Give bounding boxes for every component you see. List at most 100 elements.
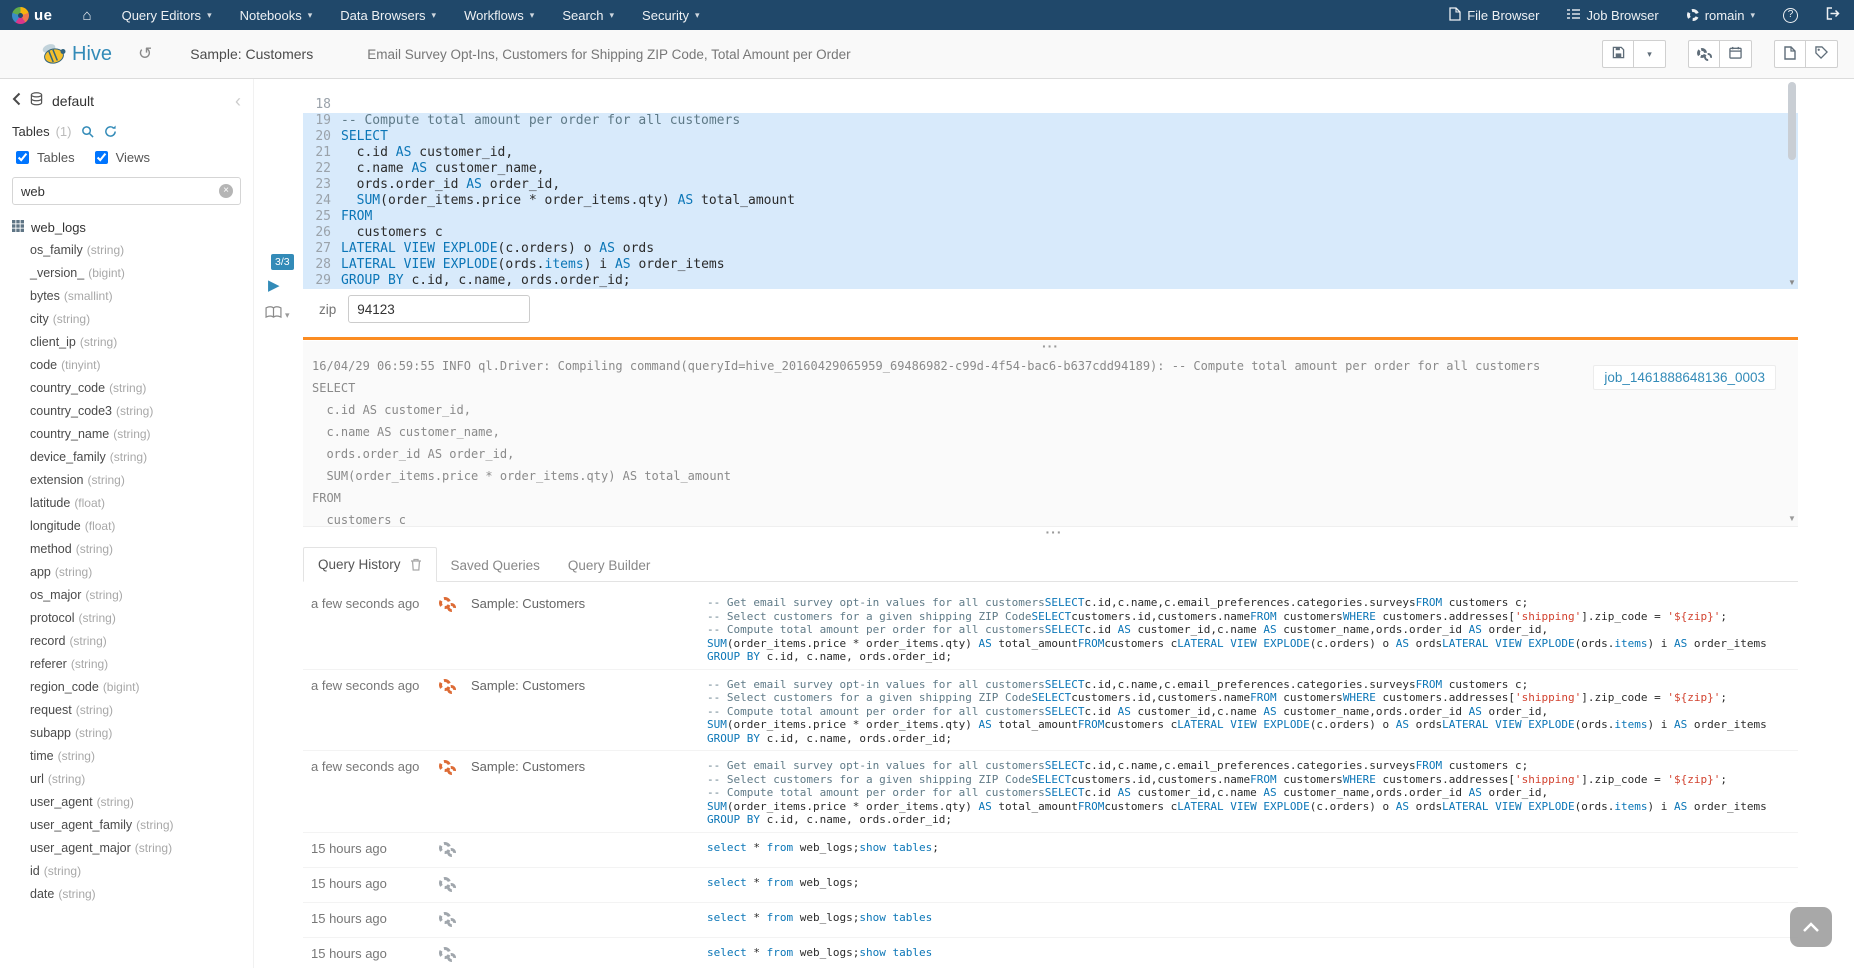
save-dropdown-button[interactable]: ▾	[1634, 40, 1666, 68]
schedule-button[interactable]	[1720, 40, 1752, 68]
column-item[interactable]: bytes(smallint)	[0, 285, 253, 308]
editor-line[interactable]: 27LATERAL VIEW EXPLODE(c.orders) o AS or…	[303, 241, 1798, 257]
scroll-down-icon[interactable]: ▼	[1786, 278, 1798, 287]
job-browser-button[interactable]: Job Browser	[1553, 0, 1672, 30]
back-icon[interactable]	[12, 92, 21, 109]
column-item[interactable]: country_code(string)	[0, 377, 253, 400]
column-item[interactable]: user_agent_major(string)	[0, 837, 253, 860]
column-item[interactable]: city(string)	[0, 308, 253, 331]
column-item[interactable]: country_code3(string)	[0, 400, 253, 423]
refresh-icon[interactable]	[104, 125, 117, 138]
history-query-name	[471, 874, 707, 876]
nav-menu-data-browsers[interactable]: Data Browsers▾	[326, 0, 450, 30]
log-scrollbar[interactable]: ▼	[1786, 341, 1798, 526]
column-item[interactable]: longitude(float)	[0, 515, 253, 538]
column-item[interactable]: method(string)	[0, 538, 253, 561]
filter-tables[interactable]: Tables	[12, 148, 75, 167]
history-row[interactable]: 15 hours agoselect * from web_logs;show …	[303, 832, 1798, 867]
column-item[interactable]: user_agent_family(string)	[0, 814, 253, 837]
editor-line[interactable]: 25FROM	[303, 209, 1798, 225]
scroll-down-icon[interactable]: ▼	[1786, 514, 1798, 523]
nav-menu-security[interactable]: Security▾	[628, 0, 714, 30]
collapse-panel-icon[interactable]: ‹	[235, 94, 241, 108]
editor-line[interactable]: 24 SUM(order_items.price * order_items.q…	[303, 193, 1798, 209]
history-row[interactable]: a few seconds agoSample: Customers-- Get…	[303, 669, 1798, 751]
column-item[interactable]: request(string)	[0, 699, 253, 722]
sql-editor[interactable]: 1819-- Compute total amount per order fo…	[303, 79, 1798, 289]
tab-query-builder[interactable]: Query Builder	[554, 549, 665, 582]
logout-button[interactable]	[1812, 0, 1854, 30]
column-item[interactable]: time(string)	[0, 745, 253, 768]
nav-menu-workflows[interactable]: Workflows▾	[450, 0, 548, 30]
clear-history-icon[interactable]	[410, 558, 422, 571]
tab-saved-queries[interactable]: Saved Queries	[437, 549, 554, 582]
nav-menu-query-editors[interactable]: Query Editors▾	[108, 0, 226, 30]
query-history-icon[interactable]: ↺	[138, 44, 152, 64]
editor-scrollbar[interactable]: ▼	[1786, 79, 1798, 289]
editor-line[interactable]: 26 customers c	[303, 225, 1798, 241]
column-item[interactable]: code(tinyint)	[0, 354, 253, 377]
hue-logo[interactable]: ue	[0, 7, 67, 24]
tables-checkbox[interactable]	[16, 151, 29, 164]
editor-line[interactable]: 29GROUP BY c.id, c.name, ords.order_id;	[303, 273, 1798, 289]
job-link[interactable]: job_1461888648136_0003	[1593, 365, 1776, 390]
list-icon	[1567, 8, 1580, 23]
editor-line[interactable]: 18	[303, 97, 1798, 113]
help-button[interactable]: ?	[1769, 0, 1812, 30]
column-item[interactable]: url(string)	[0, 768, 253, 791]
search-icon[interactable]	[81, 125, 94, 138]
history-row[interactable]: a few seconds agoSample: Customers-- Get…	[303, 588, 1798, 669]
column-item[interactable]: date(string)	[0, 883, 253, 906]
nav-menu-search[interactable]: Search▾	[548, 0, 628, 30]
column-item[interactable]: client_ip(string)	[0, 331, 253, 354]
history-list: a few seconds agoSample: Customers-- Get…	[303, 582, 1798, 968]
column-item[interactable]: subapp(string)	[0, 722, 253, 745]
execute-button[interactable]: ▶	[268, 276, 280, 294]
editor-line[interactable]: 21 c.id AS customer_id,	[303, 145, 1798, 161]
column-item[interactable]: user_agent(string)	[0, 791, 253, 814]
history-row[interactable]: 15 hours agoselect * from web_logs;	[303, 867, 1798, 902]
history-row[interactable]: a few seconds agoSample: Customers-- Get…	[303, 750, 1798, 832]
variable-input[interactable]	[348, 295, 530, 323]
column-item[interactable]: _version_(bigint)	[0, 262, 253, 285]
views-checkbox[interactable]	[95, 151, 108, 164]
database-name[interactable]: default	[52, 93, 94, 109]
home-button[interactable]: ⌂	[67, 0, 108, 30]
column-item[interactable]: record(string)	[0, 630, 253, 653]
column-item[interactable]: protocol(string)	[0, 607, 253, 630]
column-item[interactable]: region_code(bigint)	[0, 676, 253, 699]
file-browser-button[interactable]: File Browser	[1435, 0, 1553, 30]
save-button[interactable]	[1602, 40, 1634, 68]
clear-search-icon[interactable]: ×	[219, 184, 233, 198]
column-item[interactable]: latitude(float)	[0, 492, 253, 515]
column-item[interactable]: referer(string)	[0, 653, 253, 676]
editor-line[interactable]: 23 ords.order_id AS order_id,	[303, 177, 1798, 193]
new-query-button[interactable]	[1774, 40, 1806, 68]
column-item[interactable]: id(string)	[0, 860, 253, 883]
user-menu[interactable]: romain ▾	[1673, 0, 1769, 30]
editor-line[interactable]: 28LATERAL VIEW EXPLODE(ords.items) i AS …	[303, 257, 1798, 273]
editor-line[interactable]: 22 c.name AS customer_name,	[303, 161, 1798, 177]
column-item[interactable]: country_name(string)	[0, 423, 253, 446]
resize-handle[interactable]: ···	[1042, 342, 1059, 351]
editor-line[interactable]: 20SELECT	[303, 129, 1798, 145]
column-item[interactable]: os_major(string)	[0, 584, 253, 607]
column-item[interactable]: extension(string)	[0, 469, 253, 492]
assist-toggle[interactable]: ▾	[265, 306, 290, 324]
column-item[interactable]: os_family(string)	[0, 239, 253, 262]
history-row[interactable]: 15 hours agoselect * from web_logs;show …	[303, 937, 1798, 969]
history-row[interactable]: 15 hours agoselect * from web_logs;show …	[303, 902, 1798, 937]
tags-button[interactable]	[1806, 40, 1838, 68]
scroll-top-button[interactable]	[1790, 907, 1832, 947]
column-item[interactable]: device_family(string)	[0, 446, 253, 469]
table-search-input[interactable]	[12, 177, 241, 205]
filter-views[interactable]: Views	[91, 148, 150, 167]
settings-button[interactable]	[1688, 40, 1720, 68]
tab-query-history[interactable]: Query History	[303, 547, 437, 582]
column-item[interactable]: app(string)	[0, 561, 253, 584]
table-item[interactable]: web_logs	[0, 211, 253, 239]
scrollbar-thumb[interactable]	[1788, 82, 1796, 160]
resize-handle-2[interactable]: ···	[1046, 528, 1063, 537]
nav-menu-notebooks[interactable]: Notebooks▾	[226, 0, 327, 30]
editor-line[interactable]: 19-- Compute total amount per order for …	[303, 113, 1798, 129]
